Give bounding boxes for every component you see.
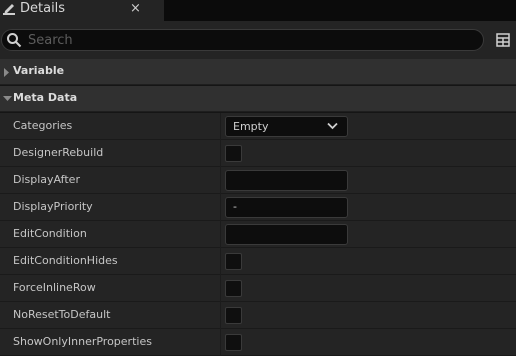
no-reset-to-default-checkbox[interactable] bbox=[225, 307, 242, 324]
display-priority-field[interactable]: - bbox=[225, 197, 348, 218]
table-view-icon[interactable] bbox=[496, 33, 510, 47]
chevron-down-icon bbox=[327, 122, 338, 130]
close-icon[interactable]: × bbox=[130, 1, 141, 16]
tab-details[interactable]: Details × bbox=[0, 0, 164, 21]
section-title: Meta Data bbox=[13, 91, 78, 104]
property-label: EditCondition bbox=[13, 227, 87, 240]
property-label: DisplayAfter bbox=[13, 173, 80, 186]
force-inline-row-checkbox[interactable] bbox=[225, 280, 242, 297]
dropdown-value: Empty bbox=[233, 120, 269, 133]
property-row-edit-condition-hides: EditConditionHides bbox=[0, 248, 516, 275]
show-only-inner-properties-checkbox[interactable] bbox=[225, 334, 242, 351]
edit-condition-hides-checkbox[interactable] bbox=[225, 253, 242, 270]
property-row-force-inline-row: ForceInlineRow bbox=[0, 275, 516, 302]
property-row-edit-condition: EditCondition bbox=[0, 221, 516, 248]
column-divider[interactable] bbox=[220, 275, 221, 302]
display-after-field[interactable] bbox=[225, 170, 348, 191]
categories-dropdown[interactable]: Empty bbox=[225, 116, 348, 137]
property-label: Categories bbox=[13, 119, 73, 132]
property-label: NoResetToDefault bbox=[13, 308, 111, 321]
section-meta-data[interactable]: Meta Data bbox=[0, 86, 516, 112]
section-title: Variable bbox=[13, 64, 65, 77]
column-divider[interactable] bbox=[220, 167, 221, 194]
property-label: EditConditionHides bbox=[13, 254, 118, 267]
search-input[interactable] bbox=[28, 31, 468, 49]
column-divider[interactable] bbox=[220, 113, 221, 140]
property-row-display-priority: DisplayPriority - bbox=[0, 194, 516, 221]
column-divider[interactable] bbox=[220, 140, 221, 167]
property-label: ShowOnlyInnerProperties bbox=[13, 335, 152, 348]
tab-bar: Details × bbox=[0, 0, 516, 21]
property-row-show-only-inner-properties: ShowOnlyInnerProperties bbox=[0, 329, 516, 356]
property-row-designer-rebuild: DesignerRebuild bbox=[0, 140, 516, 167]
search-box[interactable] bbox=[1, 29, 484, 51]
expanded-arrow-icon bbox=[3, 96, 12, 101]
property-row-display-after: DisplayAfter bbox=[0, 167, 516, 194]
column-divider[interactable] bbox=[220, 194, 221, 221]
tab-title: Details bbox=[20, 1, 66, 16]
column-divider[interactable] bbox=[220, 221, 221, 248]
column-divider[interactable] bbox=[220, 329, 221, 356]
property-label: DesignerRebuild bbox=[13, 146, 104, 159]
property-label: ForceInlineRow bbox=[13, 281, 96, 294]
collapsed-arrow-icon bbox=[4, 68, 9, 77]
designer-rebuild-checkbox[interactable] bbox=[225, 145, 242, 162]
search-icon bbox=[7, 33, 22, 48]
column-divider[interactable] bbox=[220, 302, 221, 329]
edit-condition-field[interactable] bbox=[225, 224, 348, 245]
section-variable[interactable]: Variable bbox=[0, 59, 516, 85]
property-row-categories: Categories Empty bbox=[0, 113, 516, 140]
search-row bbox=[0, 21, 516, 59]
details-edit-icon bbox=[3, 4, 15, 15]
property-label: DisplayPriority bbox=[13, 200, 93, 213]
property-row-no-reset-to-default: NoResetToDefault bbox=[0, 302, 516, 329]
column-divider[interactable] bbox=[220, 248, 221, 275]
